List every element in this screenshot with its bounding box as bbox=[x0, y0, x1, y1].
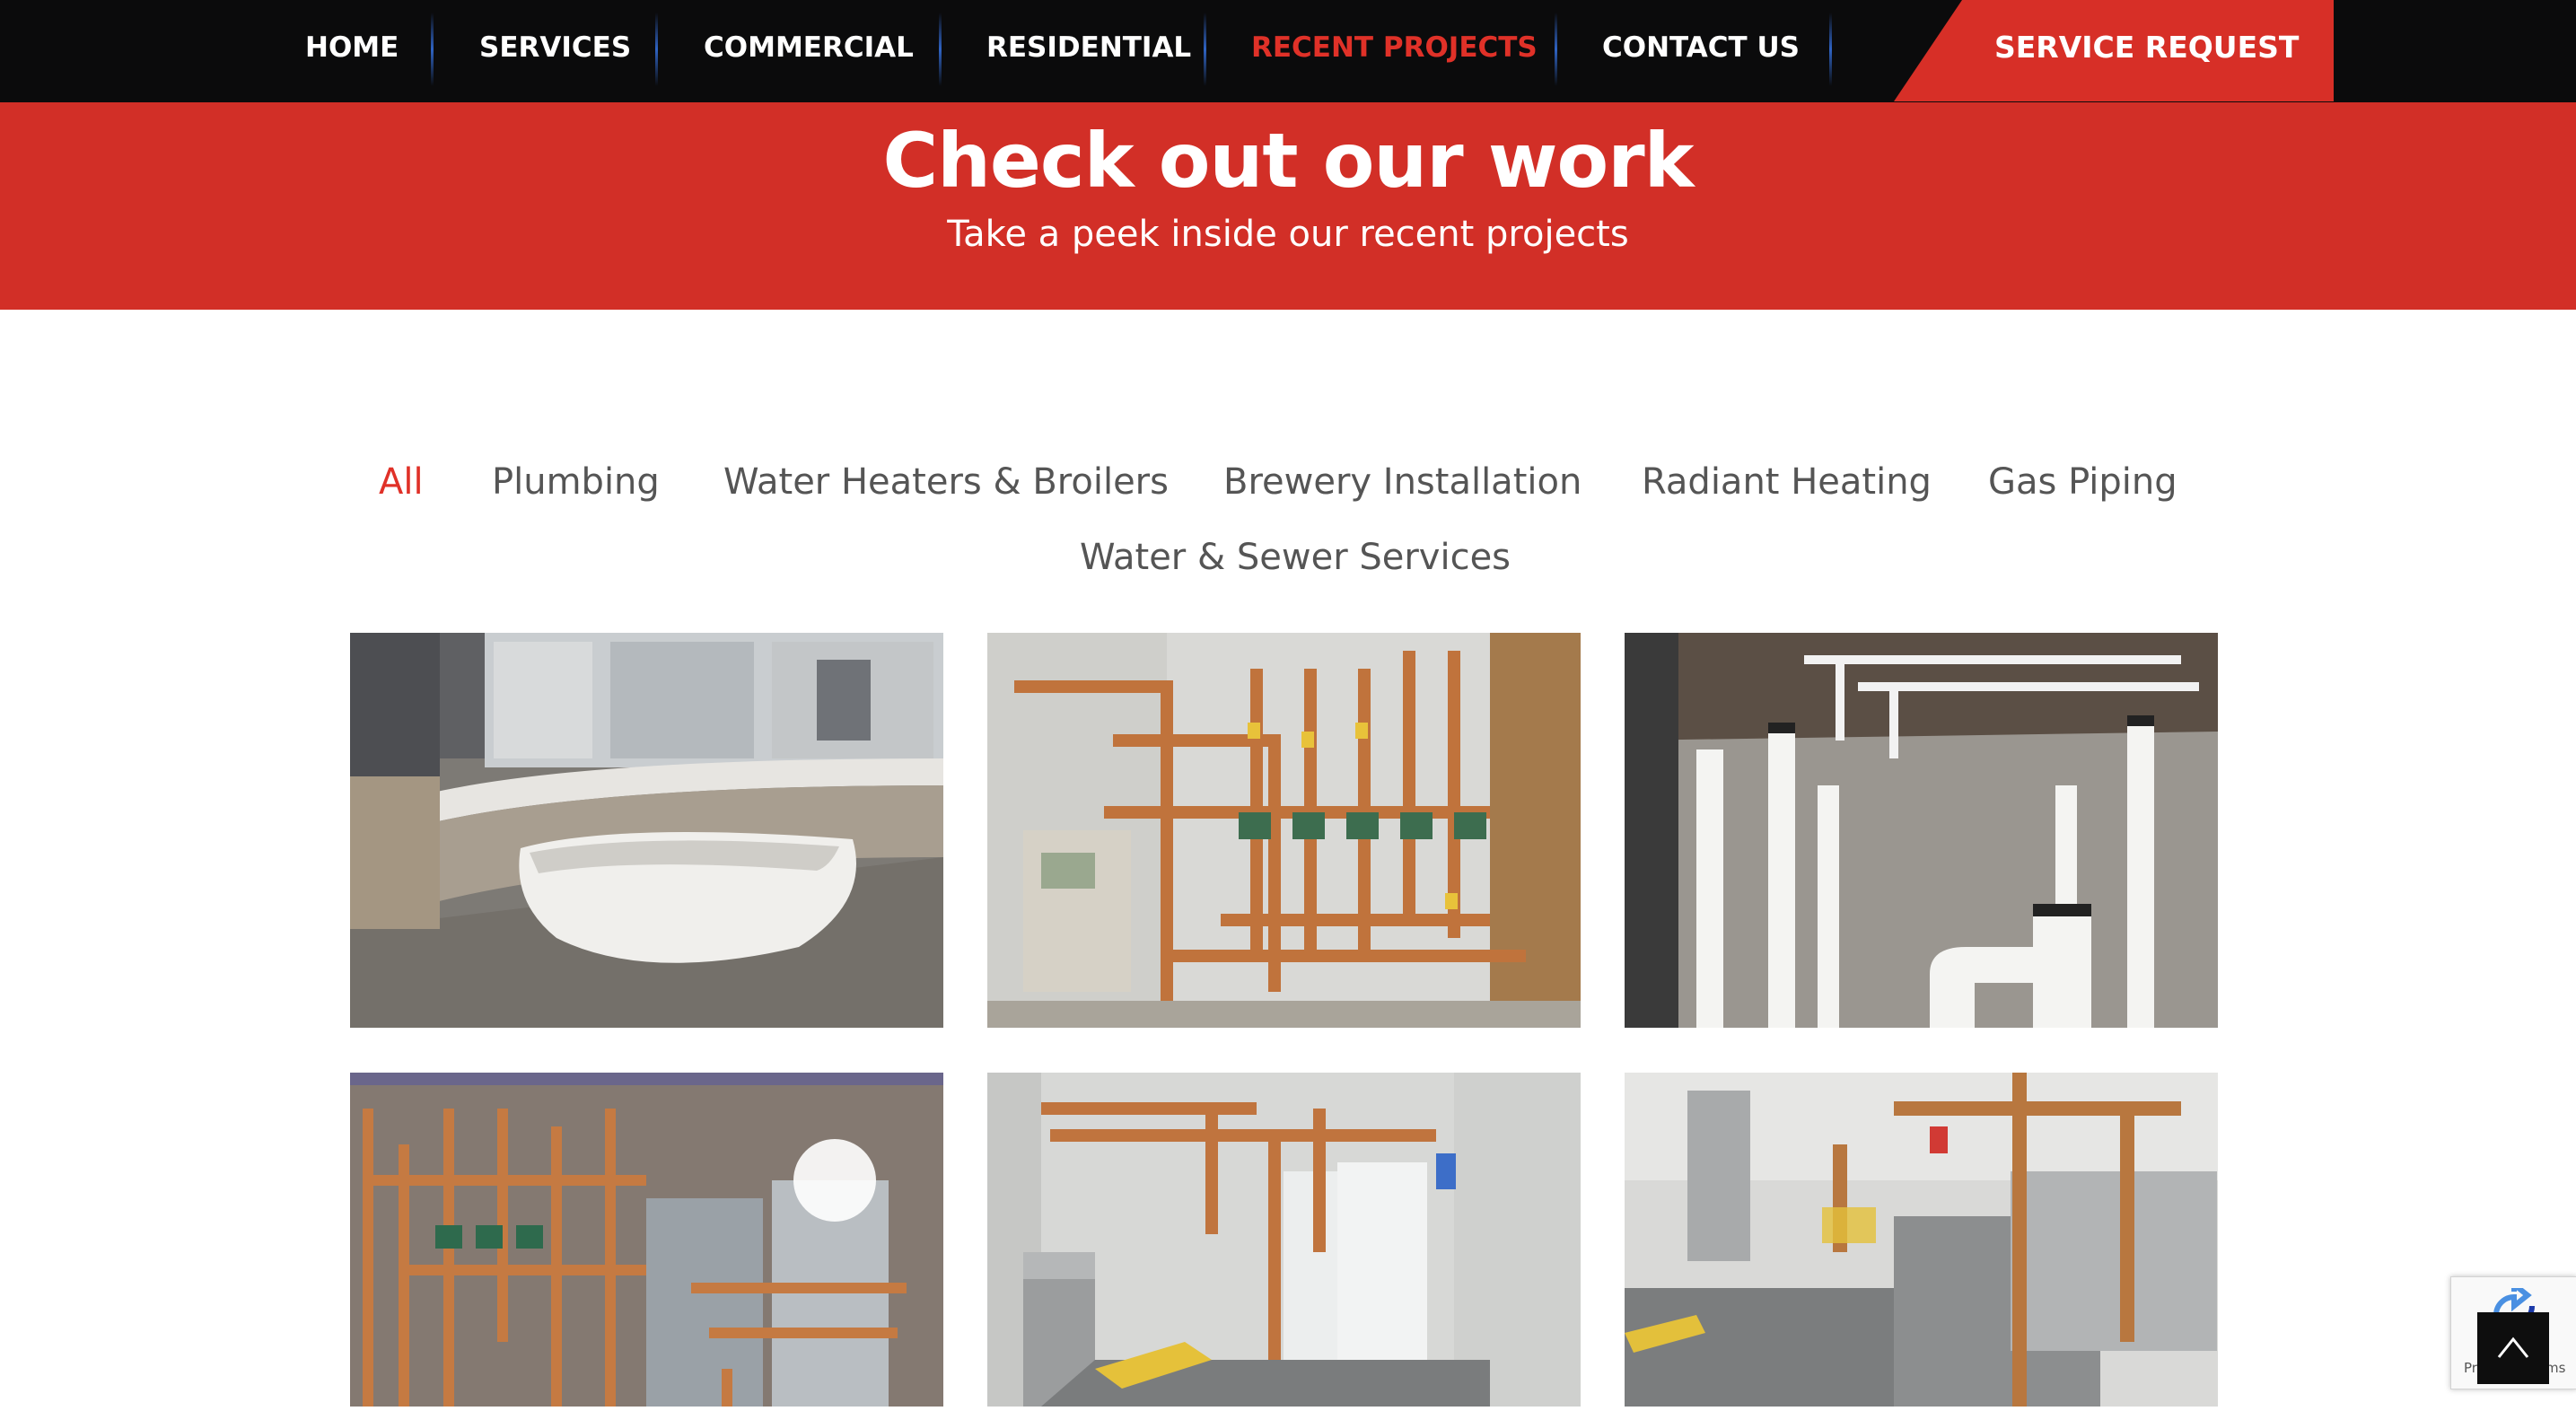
water-heaters-photo bbox=[350, 1073, 943, 1407]
gallery-tile-water-heaters[interactable] bbox=[350, 1073, 943, 1407]
service-request-label: SERVICE REQUEST bbox=[1994, 30, 2300, 65]
nav-separator bbox=[939, 13, 942, 86]
nav-residential[interactable]: RESIDENTIAL bbox=[986, 0, 1191, 95]
nav-separator bbox=[431, 13, 434, 86]
hero-subtitle: Take a peek inside our recent projects bbox=[947, 214, 1629, 255]
hero-banner: Check out our work Take a peek inside ou… bbox=[0, 102, 2576, 310]
nav-contact-us[interactable]: CONTACT US bbox=[1602, 0, 1800, 95]
nav-commercial[interactable]: COMMERCIAL bbox=[704, 0, 914, 95]
scroll-to-top-button[interactable] bbox=[2477, 1312, 2549, 1384]
nav-separator bbox=[1829, 13, 1832, 86]
top-navigation: HOME SERVICES COMMERCIAL RESIDENTIAL REC… bbox=[0, 0, 2576, 102]
gallery-tile-boiler-piping[interactable] bbox=[987, 633, 1581, 1028]
nav-separator bbox=[1555, 13, 1557, 86]
boiler-piping-photo bbox=[987, 633, 1581, 1028]
filter-plumbing[interactable]: Plumbing bbox=[492, 455, 660, 509]
filter-brewery-installation[interactable]: Brewery Installation bbox=[1223, 455, 1582, 509]
gallery-tile-bathtub[interactable] bbox=[350, 633, 943, 1028]
boiler-room-photo bbox=[987, 1073, 1581, 1407]
filter-gas-piping[interactable]: Gas Piping bbox=[1988, 455, 2177, 509]
nav-separator bbox=[1204, 13, 1206, 86]
nav-separator bbox=[655, 13, 658, 86]
chevron-up-icon bbox=[2497, 1337, 2529, 1358]
gallery-tile-mighty-therm-boilers[interactable] bbox=[1625, 1073, 2218, 1407]
filter-all[interactable]: All bbox=[379, 455, 424, 509]
gallery-tile-pvc-foundation[interactable] bbox=[1625, 633, 2218, 1028]
hero-title: Check out our work bbox=[882, 117, 1694, 205]
filter-radiant-heating[interactable]: Radiant Heating bbox=[1642, 455, 1932, 509]
gallery-tile-boiler-room[interactable] bbox=[987, 1073, 1581, 1407]
pvc-foundation-photo bbox=[1625, 633, 2218, 1028]
nav-recent-projects[interactable]: RECENT PROJECTS bbox=[1251, 0, 1538, 95]
bathtub-photo bbox=[350, 633, 943, 1028]
mighty-therm-boilers-photo bbox=[1625, 1073, 2218, 1407]
service-request-button[interactable]: SERVICE REQUEST bbox=[1894, 0, 2334, 101]
filter-water-heaters[interactable]: Water Heaters & Broilers bbox=[723, 455, 1169, 509]
nav-home[interactable]: HOME bbox=[305, 0, 399, 95]
filter-water-sewer[interactable]: Water & Sewer Services bbox=[1080, 530, 1511, 584]
nav-services[interactable]: SERVICES bbox=[479, 0, 631, 95]
